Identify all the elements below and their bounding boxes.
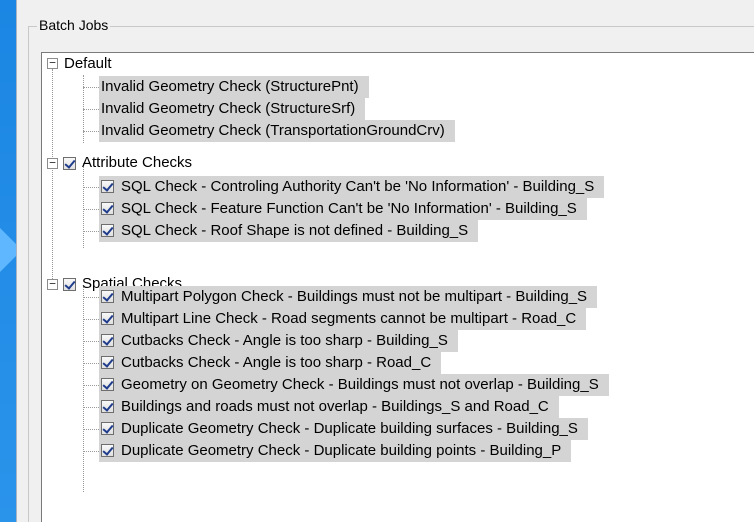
- batch-jobs-tree[interactable]: − Default Invalid Geometry Check (Struct…: [41, 52, 754, 522]
- tree-item[interactable]: SQL Check - Feature Function Can't be 'N…: [99, 198, 587, 220]
- tree-connector: [83, 429, 99, 430]
- checkbox-checked-icon[interactable]: [101, 224, 114, 237]
- tree-item[interactable]: Cutbacks Check - Angle is too sharp - Ro…: [99, 352, 442, 374]
- tree-item[interactable]: Cutbacks Check - Angle is too sharp - Bu…: [99, 330, 458, 352]
- item-label: SQL Check - Feature Function Can't be 'N…: [99, 198, 587, 220]
- collapse-icon[interactable]: −: [47, 278, 58, 290]
- tree-connector: [83, 87, 99, 88]
- tree-item[interactable]: SQL Check - Controling Authority Can't b…: [99, 176, 605, 198]
- checkbox-checked-icon[interactable]: [101, 444, 114, 457]
- collapse-icon[interactable]: −: [47, 157, 58, 169]
- checkbox-checked-icon[interactable]: [101, 356, 114, 369]
- tree-connector: [83, 109, 99, 110]
- item-label: Multipart Line Check - Road segments can…: [99, 308, 587, 330]
- tree-item[interactable]: SQL Check - Roof Shape is not defined - …: [99, 220, 479, 242]
- batch-jobs-window: Batch Jobs − Default Invalid Geometry Ch…: [16, 0, 754, 522]
- item-label: Invalid Geometry Check (TransportationGr…: [99, 120, 455, 142]
- checkbox-checked-icon[interactable]: [101, 334, 114, 347]
- item-label: Buildings and roads must not overlap - B…: [99, 396, 559, 418]
- tree-connector: [83, 319, 99, 320]
- tree-item[interactable]: Invalid Geometry Check (StructureSrf): [99, 98, 366, 120]
- tree-connector: [83, 341, 99, 342]
- checkbox-checked-icon[interactable]: [101, 422, 114, 435]
- checkbox-checked-icon[interactable]: [101, 180, 114, 193]
- item-label: Duplicate Geometry Check - Duplicate bui…: [99, 418, 588, 440]
- tree-connector: [83, 209, 99, 210]
- tree-item[interactable]: Multipart Line Check - Road segments can…: [99, 308, 587, 330]
- item-label: Duplicate Geometry Check - Duplicate bui…: [99, 440, 572, 462]
- tree-item[interactable]: Buildings and roads must not overlap - B…: [99, 396, 559, 418]
- checkbox-checked-icon[interactable]: [63, 278, 76, 291]
- tree-item[interactable]: Multipart Polygon Check - Buildings must…: [99, 286, 598, 308]
- checkbox-checked-icon[interactable]: [101, 312, 114, 325]
- tree-item[interactable]: Duplicate Geometry Check - Duplicate bui…: [99, 440, 572, 462]
- tree-connector: [83, 285, 84, 492]
- item-label: Invalid Geometry Check (StructurePnt): [99, 76, 369, 98]
- item-label: Multipart Polygon Check - Buildings must…: [99, 286, 598, 308]
- checkbox-checked-icon[interactable]: [101, 290, 114, 303]
- node-label: Default: [64, 55, 112, 72]
- checkbox-checked-icon[interactable]: [101, 202, 114, 215]
- tree-connector: [83, 131, 99, 132]
- tree-connector: [83, 407, 99, 408]
- checkbox-checked-icon[interactable]: [101, 378, 114, 391]
- tree-connector: [83, 187, 99, 188]
- tree-node-default[interactable]: Default: [62, 53, 114, 75]
- item-label: Geometry on Geometry Check - Buildings m…: [99, 374, 609, 396]
- tree-item[interactable]: Geometry on Geometry Check - Buildings m…: [99, 374, 609, 396]
- item-label: Cutbacks Check - Angle is too sharp - Bu…: [99, 330, 458, 352]
- tree-connector: [83, 163, 84, 248]
- tree-item[interactable]: Invalid Geometry Check (TransportationGr…: [99, 120, 455, 142]
- tree-connector: [52, 69, 53, 279]
- item-label: Cutbacks Check - Angle is too sharp - Ro…: [99, 352, 442, 374]
- tree-connector: [83, 297, 99, 298]
- tree-connector: [83, 385, 99, 386]
- item-label: SQL Check - Controling Authority Can't b…: [99, 176, 605, 198]
- checkbox-checked-icon[interactable]: [63, 157, 76, 170]
- tree-node-attribute-checks[interactable]: Attribute Checks: [80, 152, 194, 174]
- checkbox-checked-icon[interactable]: [101, 400, 114, 413]
- collapse-icon[interactable]: −: [47, 57, 58, 69]
- item-label: Invalid Geometry Check (StructureSrf): [99, 98, 366, 120]
- groupbox-title: Batch Jobs: [37, 17, 111, 33]
- tree-connector: [83, 363, 99, 364]
- tree-connector: [83, 231, 99, 232]
- tree-connector: [83, 451, 99, 452]
- node-label: Attribute Checks: [82, 154, 193, 171]
- tree-item[interactable]: Duplicate Geometry Check - Duplicate bui…: [99, 418, 588, 440]
- item-label: SQL Check - Roof Shape is not defined - …: [99, 220, 479, 242]
- tree-item[interactable]: Invalid Geometry Check (StructurePnt): [99, 76, 369, 98]
